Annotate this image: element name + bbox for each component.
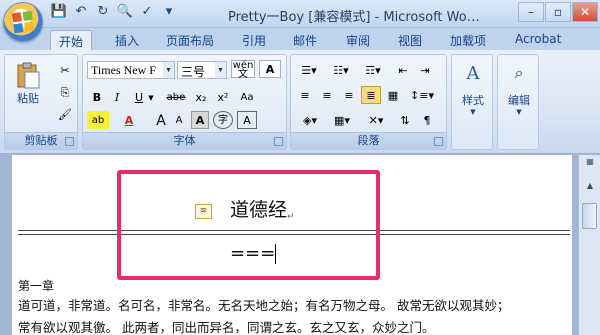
body-line-2[interactable]: 常有欲以观其徼。 此两者，同出而异名，同谓之玄。玄之又玄，众妙之门。 [18,317,434,335]
restore-button[interactable]: ▫ [545,2,571,22]
subscript-button[interactable]: x₂ [191,88,211,106]
shrink-font-button[interactable]: A [169,111,189,129]
align-center-icon[interactable]: ≡ [317,86,337,104]
minimize-button[interactable]: – [518,2,544,22]
grow-font-button[interactable]: A [151,111,171,129]
font-launcher-icon[interactable] [274,137,283,146]
distributed-icon[interactable]: ▦ [383,86,403,104]
phonetic-guide-button[interactable]: wén 文 [231,60,255,80]
binoculars-icon: ⌕ [514,63,524,82]
customize-icon[interactable]: ▾ [160,4,178,19]
ruler-toggle-icon[interactable]: ▦ [583,157,597,169]
font-name-value: Times New F [91,63,156,77]
chinese-layout-icon[interactable]: ✕▾ [361,111,391,129]
paste-label: 粘贴 [17,92,39,105]
phonetic-guide-label: wén [232,60,254,71]
superscript-button[interactable]: x² [213,88,233,106]
styles-label: 样式 [462,94,484,107]
bullets-icon[interactable]: ☰▾ [295,61,323,79]
font-size-value: 三号 [181,65,206,79]
font-group: Times New F ▼ 三号 ▼ wén 文 A B I U ▼ abe x₂… [82,54,287,150]
justify-icon[interactable]: ≣ [361,86,381,104]
clipboard-launcher-icon[interactable] [65,137,74,146]
font-size-combo[interactable]: 三号 ▼ [177,61,227,79]
ribbon: 粘贴 ✂ ⎘ 🖌 剪贴板 Times New F ▼ 三号 ▼ wén 文 A B… [0,50,600,154]
save-icon[interactable]: 💾 [50,4,68,19]
char-shading-button[interactable]: A [191,111,209,129]
scroll-thumb[interactable] [582,203,597,229]
window-title: Pretty一Boy [兼容模式] - Microsoft Wo… [228,10,480,25]
numbering-icon[interactable]: ☷▾ [327,61,355,79]
paste-button[interactable]: 粘贴 [9,61,47,106]
copy-icon[interactable]: ⎘ [55,83,75,101]
char-border-button[interactable]: A [237,111,257,129]
clipboard-group: 粘贴 ✂ ⎘ 🖌 剪贴板 [4,54,78,150]
office-logo-icon [11,10,35,34]
chevron-down-icon[interactable]: ▼ [145,88,157,106]
editing-label: 编辑 [508,94,530,107]
cut-icon[interactable]: ✂ [55,61,75,79]
tab-acrobat[interactable]: Acrobat [515,30,561,50]
title-bar: 💾 ↶ ↻ 🔍 ✓ ▾ Pretty一Boy [兼容模式] - Microsof… [0,0,600,42]
chapter-title[interactable]: 第一章 [18,277,54,294]
vertical-scrollbar[interactable]: ▦ ▲ [578,155,600,335]
shading-icon[interactable]: ◈▾ [295,111,325,129]
tab-page-layout[interactable]: 页面布局 [166,30,214,50]
styles-icon: A [466,63,480,84]
sort-icon[interactable]: ⇅ [395,111,415,129]
body-line-1[interactable]: 道可道，非常道。名可名，非常名。无名天地之始；有名万物之母。 故常无欲以观其妙； [18,295,509,314]
bold-button[interactable]: B [87,88,107,106]
change-case-button[interactable]: Aa [235,88,259,106]
redo-icon[interactable]: ↻ [94,4,112,19]
decrease-indent-icon[interactable]: ⇤ [393,61,413,79]
undo-icon[interactable]: ↶ [72,4,90,19]
format-painter-icon[interactable]: 🖌 [55,105,75,123]
clear-formatting-button[interactable]: A [259,60,281,78]
paragraph-group: ☰▾ ☷▾ ☶▾ ⇤ ⇥ ≡ ≡ ≡ ≣ ▦ ↕≡▾ ◈▾ ▦▾ ✕▾ ⇅ ¶ … [290,54,447,150]
tab-references[interactable]: 引用 [242,30,266,50]
line-spacing-icon[interactable]: ↕≡▾ [407,86,437,104]
ribbon-tabs: 开始 插入 页面布局 引用 邮件 审阅 视图 加载项 Acrobat [0,28,600,50]
align-left-icon[interactable]: ≡ [295,86,315,104]
editing-group: ⌕ 编辑 ▼ [497,54,539,150]
close-button[interactable]: ✕ [572,2,598,22]
spelling-icon[interactable]: ✓ [138,4,156,19]
strikethrough-button[interactable]: abe [163,88,189,106]
tab-insert[interactable]: 插入 [115,30,139,50]
multilevel-list-icon[interactable]: ☶▾ [359,61,387,79]
chevron-down-icon[interactable]: ▼ [163,62,174,78]
tab-view[interactable]: 视图 [398,30,422,50]
font-color-button[interactable]: A [119,111,139,129]
align-right-icon[interactable]: ≡ [339,86,359,104]
highlight-button[interactable]: ab [87,111,109,129]
font-name-combo[interactable]: Times New F ▼ [87,61,175,79]
highlight-annotation-box [117,170,380,280]
styles-button[interactable]: A 样式 ▼ [456,63,490,116]
window-controls: – ▫ ✕ [518,2,598,22]
paragraph-group-label: 段落 [291,132,446,149]
quick-access-toolbar: 💾 ↶ ↻ 🔍 ✓ ▾ [50,4,178,19]
font-group-label: 字体 [83,132,286,149]
show-marks-icon[interactable]: ¶ [417,111,437,129]
borders-icon[interactable]: ▦▾ [327,111,357,129]
editing-button[interactable]: ⌕ 编辑 ▼ [502,63,536,116]
increase-indent-icon[interactable]: ⇥ [415,61,435,79]
paste-icon [15,61,41,89]
paragraph-launcher-icon[interactable] [434,137,443,146]
tab-review[interactable]: 审阅 [346,30,370,50]
print-preview-icon[interactable]: 🔍 [116,4,134,19]
italic-button[interactable]: I [107,88,127,106]
enclosed-char-button[interactable]: 字 [213,111,233,129]
tab-addins[interactable]: 加载项 [450,30,486,50]
scroll-up-icon[interactable]: ▲ [583,181,597,193]
chevron-down-icon[interactable]: ▼ [215,62,226,78]
office-button[interactable] [3,2,43,42]
tab-mailings[interactable]: 邮件 [293,30,317,50]
tab-home[interactable]: 开始 [50,30,93,50]
styles-group: A 样式 ▼ [451,54,493,150]
